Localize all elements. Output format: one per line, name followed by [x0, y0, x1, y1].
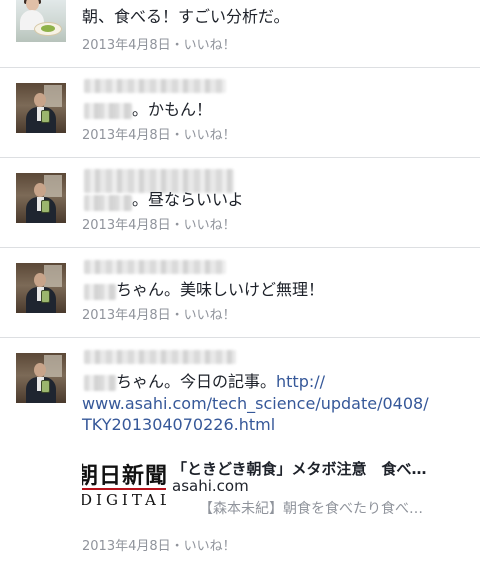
avatar[interactable]: [16, 0, 66, 42]
meta-separator: ・: [170, 38, 184, 53]
comment-date[interactable]: 2013年4月8日: [82, 539, 171, 554]
preview-title[interactable]: 「ときどき朝食」メタボ注意 食べ…: [172, 458, 427, 479]
comment-item: 。昼ならいいよ 2013年4月8日・いいね！: [0, 158, 480, 247]
meta-separator: ・: [170, 218, 184, 233]
comment-meta: 2013年4月8日・いいね！: [82, 304, 236, 323]
comment-date[interactable]: 2013年4月8日: [82, 218, 171, 233]
like-link[interactable]: いいね！: [184, 218, 236, 233]
thumb-logo-rule: [82, 488, 166, 490]
mention-redacted: [84, 375, 116, 391]
comment-text-line1: ちゃん。今日の記事。http://: [116, 371, 325, 393]
preview-domain: asahi.com: [172, 477, 249, 495]
like-link[interactable]: いいね！: [184, 128, 236, 143]
comment-date[interactable]: 2013年4月8日: [82, 128, 171, 143]
comment-date[interactable]: 2013年4月8日: [82, 38, 171, 53]
commenter-name-redacted[interactable]: [84, 79, 226, 93]
meta-separator: ・: [170, 128, 184, 143]
comment-meta: 2013年4月8日・いいね！: [82, 34, 236, 53]
comment-item: ちゃん。美味しいけど無理！ 2013年4月8日・いいね！: [0, 248, 480, 337]
comment-meta: 2013年4月8日・いいね！: [82, 214, 236, 233]
commenter-name-redacted[interactable]: [84, 260, 226, 274]
comment-text: 。かもん！: [132, 100, 213, 119]
link-preview-card[interactable]: 朝日新聞 DIGITAL 「ときどき朝食」メタボ注意 食べ… asahi.com…: [82, 458, 472, 517]
comment-text: ちゃん。今日の記事。: [116, 372, 277, 391]
comment-text: 。昼ならいいよ: [132, 190, 244, 209]
asahi-logo-thumbnail: 朝日新聞 DIGITAL: [82, 458, 166, 510]
comment-meta: 2013年4月8日・いいね！: [82, 124, 236, 143]
comment-item: 。かもん！ 2013年4月8日・いいね！: [0, 68, 480, 157]
thumb-logo-text: 朝日新聞: [82, 463, 166, 489]
comment-text: 朝、食べる！すごい分析だ。: [82, 7, 290, 26]
comment-text: ちゃん。美味しいけど無理！: [116, 280, 325, 299]
mention-redacted: [84, 195, 132, 211]
mention-redacted: [84, 284, 116, 300]
meta-separator: ・: [170, 308, 184, 323]
avatar[interactable]: [16, 263, 66, 313]
like-link[interactable]: いいね！: [184, 539, 236, 554]
like-link[interactable]: いいね！: [184, 38, 236, 53]
preview-description: 【森本未紀】朝食を食べたり食べ…: [199, 501, 423, 517]
commenter-name-redacted[interactable]: [84, 350, 236, 364]
avatar[interactable]: [16, 353, 66, 403]
like-link[interactable]: いいね！: [184, 308, 236, 323]
article-link[interactable]: TKY201304070226.html: [82, 414, 275, 436]
avatar[interactable]: [16, 173, 66, 223]
article-link[interactable]: www.asahi.com/tech_science/update/0408/: [82, 393, 429, 415]
comment-date[interactable]: 2013年4月8日: [82, 308, 171, 323]
comment-meta: 2013年4月8日・いいね！: [82, 535, 236, 554]
comment-item: ちゃん。今日の記事。http:// www.asahi.com/tech_sci…: [0, 338, 480, 561]
article-link[interactable]: http://: [276, 372, 325, 391]
thumb-logo-subtext: DIGITAL: [82, 491, 166, 509]
comment-item: 朝、食べる！すごい分析だ。 2013年4月8日・いいね！: [0, 0, 480, 66]
meta-separator: ・: [170, 539, 184, 554]
mention-redacted: [84, 103, 132, 119]
avatar[interactable]: [16, 83, 66, 133]
